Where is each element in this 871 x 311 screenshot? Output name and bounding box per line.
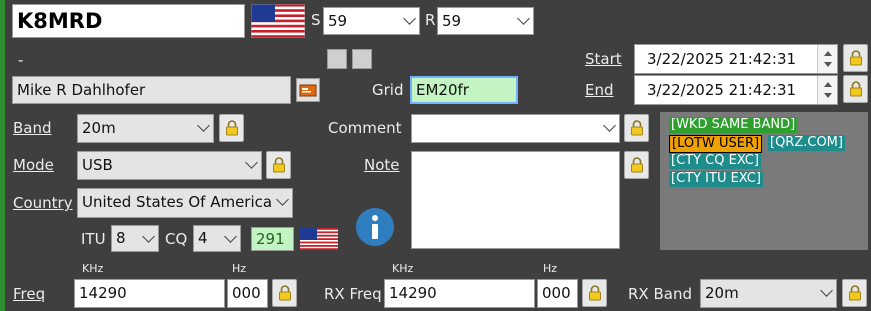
rx-band-label: RX Band (628, 285, 692, 303)
grid-label: Grid (372, 81, 404, 99)
end-datetime-field[interactable]: 3/22/2025 21:42:31 (634, 75, 838, 105)
end-lock-button[interactable] (843, 75, 868, 103)
comment-select[interactable] (411, 114, 620, 143)
rx-freq-khz-field[interactable]: 14290 (384, 279, 535, 308)
country-select[interactable]: United States Of America (77, 188, 293, 218)
khz-label: KHz (82, 262, 104, 275)
freq-lock-button[interactable] (272, 279, 297, 307)
comment-label: Comment (328, 119, 402, 137)
status-badges-panel: [WKD SAME BAND] [LOTW USER] [QRZ.COM] [C… (660, 112, 868, 250)
badge-wkd-same-band: [WKD SAME BAND] (669, 117, 798, 133)
mode-lock-button[interactable] (266, 151, 291, 179)
padlock-icon (225, 120, 238, 136)
qsl-card-icon (299, 84, 317, 97)
padlock-icon (630, 120, 643, 136)
padlock-icon (849, 81, 862, 97)
end-spinner[interactable] (817, 76, 837, 104)
mode-select[interactable]: USB (77, 151, 262, 180)
callsign-field[interactable]: K8MRD (12, 4, 245, 38)
us-flag-icon (250, 3, 306, 39)
freq-label: Freq (13, 285, 46, 303)
cq-label: CQ (165, 230, 188, 248)
padlock-icon (848, 285, 861, 301)
active-indicator-bar (0, 0, 5, 311)
rx-freq-label: RX Freq (324, 285, 382, 303)
badge-cty-cq-exc: [CTY CQ EXC] (669, 153, 761, 169)
start-datetime-value: 3/22/2025 21:42:31 (647, 50, 797, 68)
us-flag-icon (300, 228, 338, 250)
rx-freq-lock-button[interactable] (582, 279, 607, 307)
rx-freq-hz-field[interactable]: 000 (537, 279, 578, 308)
mode-value: USB (82, 156, 113, 174)
padlock-icon (278, 285, 291, 301)
freq-hz-field[interactable]: 000 (227, 279, 268, 308)
s-report-select[interactable]: 59 (323, 7, 420, 35)
rx-khz-label: KHz (392, 262, 414, 275)
chevron-down-icon (603, 119, 616, 132)
status-square-1[interactable] (327, 49, 347, 69)
freq-khz-field[interactable]: 14290 (74, 279, 225, 308)
rx-hz-label: Hz (543, 262, 558, 275)
itu-zone-select[interactable]: 8 (111, 225, 159, 252)
grid-field[interactable]: EM20fr (410, 76, 518, 104)
rx-band-select[interactable]: 20m (700, 279, 837, 308)
padlock-icon (272, 157, 285, 173)
start-lock-button[interactable] (843, 44, 868, 72)
rx-band-value: 20m (705, 284, 739, 302)
rx-band-lock-button[interactable] (842, 279, 867, 307)
badge-cty-itu-exc: [CTY ITU EXC] (669, 171, 763, 187)
note-label: Note (364, 156, 400, 174)
dxcc-number-field: 291 (251, 227, 294, 251)
padlock-icon (630, 157, 643, 173)
band-label: Band (13, 119, 52, 137)
padlock-icon (849, 50, 862, 66)
s-report-label: S (311, 11, 321, 29)
r-report-label: R (425, 11, 436, 29)
start-spinner[interactable] (817, 45, 837, 73)
band-value: 20m (82, 119, 116, 137)
country-label: Country (13, 194, 73, 212)
previous-qso-indicator: - (18, 51, 24, 69)
note-textarea[interactable] (411, 151, 620, 249)
badge-qrz[interactable]: [QRZ.COM] (768, 135, 845, 151)
comment-lock-button[interactable] (624, 114, 649, 142)
name-field[interactable]: Mike R Dahlhofer (12, 76, 291, 104)
qsl-card-button[interactable] (296, 78, 320, 102)
band-lock-button[interactable] (219, 114, 244, 142)
status-square-2[interactable] (352, 49, 372, 69)
cq-zone-select[interactable]: 4 (193, 225, 241, 252)
end-label: End (585, 81, 614, 99)
padlock-icon (588, 285, 601, 301)
start-label: Start (585, 50, 622, 68)
hz-label: Hz (232, 262, 247, 275)
mode-label: Mode (13, 156, 54, 174)
country-value: United States Of America (82, 193, 273, 211)
band-select[interactable]: 20m (77, 114, 214, 143)
start-datetime-field[interactable]: 3/22/2025 21:42:31 (634, 44, 838, 74)
note-lock-button[interactable] (624, 151, 649, 179)
badge-lotw-user: [LOTW USER] (669, 135, 763, 153)
info-icon[interactable] (355, 207, 395, 247)
itu-label: ITU (81, 230, 106, 248)
r-report-select[interactable]: 59 (437, 7, 534, 35)
end-datetime-value: 3/22/2025 21:42:31 (647, 81, 797, 99)
